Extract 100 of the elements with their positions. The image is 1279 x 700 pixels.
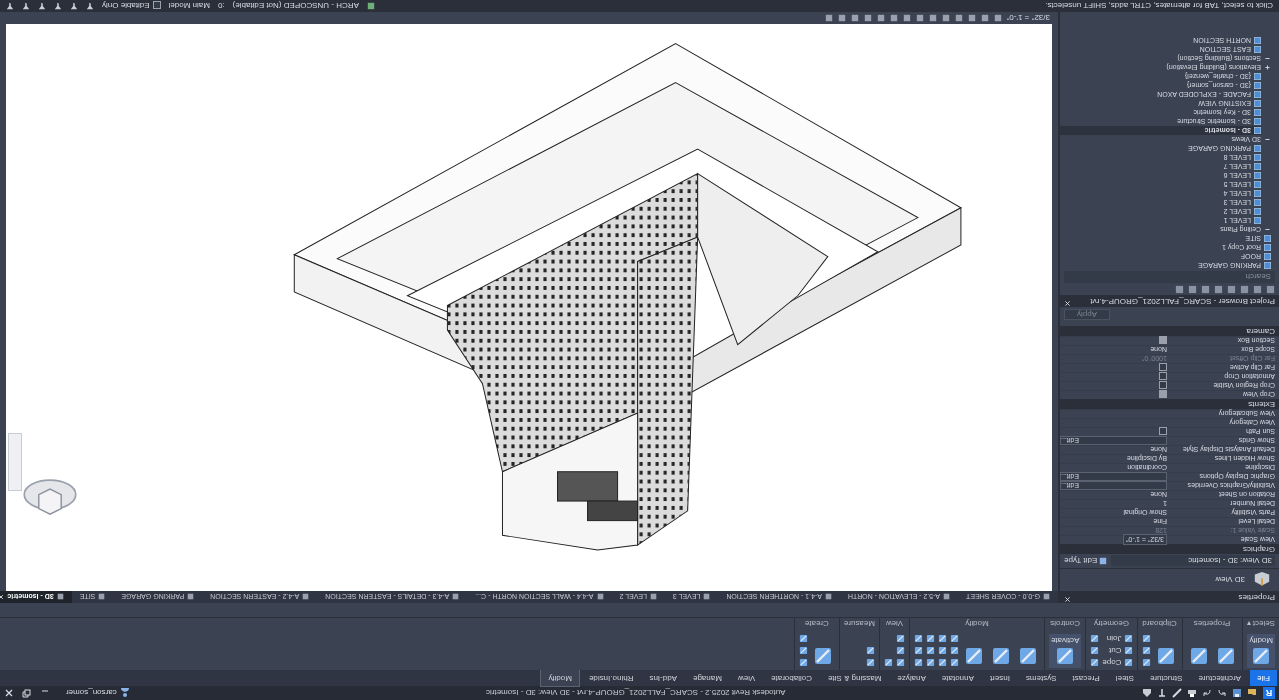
ribbon-tab[interactable]: Add-Ins — [642, 670, 684, 686]
sheet-icon — [98, 593, 106, 601]
tool-icon — [1141, 646, 1151, 655]
close-icon[interactable] — [4, 688, 14, 698]
tool-button[interactable]: Modify — [1247, 634, 1275, 668]
ribbon-tab[interactable]: Architecture — [1191, 670, 1249, 686]
tool-icon — [895, 634, 905, 643]
tool-button[interactable] — [1090, 657, 1100, 668]
expand-icon[interactable] — [1264, 64, 1271, 71]
design-option-label[interactable]: Main Model — [168, 1, 210, 11]
edit-icon — [1099, 557, 1108, 565]
tool-icon — [925, 658, 935, 667]
workset-label[interactable]: ARCH - UNSCOPED (Not Editable) — [232, 1, 359, 11]
text-icon[interactable] — [1157, 688, 1167, 698]
tool-button[interactable] — [1090, 645, 1100, 656]
group-header[interactable]: Graphics — [1060, 544, 1279, 554]
checkbox[interactable] — [1159, 381, 1167, 389]
checkbox[interactable] — [1159, 336, 1167, 344]
collapse-icon[interactable] — [1264, 226, 1271, 233]
sheet-icon — [452, 593, 460, 601]
tool-button[interactable] — [913, 633, 923, 644]
undo-icon[interactable] — [1217, 688, 1227, 698]
tool-button[interactable] — [937, 657, 947, 668]
ribbon-tab[interactable]: Analyze — [890, 670, 933, 686]
panel-title: Project Browser - SCARC_FALL2021_GROUP-4.rvt — [1090, 296, 1275, 307]
app-logo[interactable]: R — [1263, 687, 1275, 699]
print-icon[interactable] — [1187, 688, 1197, 698]
ruler-icon[interactable] — [1172, 688, 1182, 698]
ribbon-tab[interactable]: Collaborate — [764, 670, 820, 686]
tool-button[interactable] — [1141, 633, 1151, 644]
tool-button[interactable] — [798, 645, 808, 656]
close-icon[interactable] — [1064, 596, 1071, 603]
house-icon[interactable] — [1142, 688, 1152, 698]
checkbox[interactable] — [152, 1, 161, 10]
tool-icon — [1215, 646, 1236, 666]
checkbox[interactable] — [1159, 363, 1167, 371]
view-scale[interactable]: 3/32" = 1'-0" — [1006, 13, 1050, 23]
tool-icon — [883, 658, 893, 667]
ribbon-tab[interactable]: Precast — [1065, 670, 1107, 686]
close-icon[interactable] — [1064, 300, 1071, 307]
tool-button[interactable] — [925, 633, 935, 644]
user-name[interactable]: carson_somer — [66, 688, 117, 698]
ribbon-tab[interactable]: Manage — [686, 670, 729, 686]
group-label: Extents — [1248, 399, 1275, 409]
ribbon-tab[interactable]: Systems — [1018, 670, 1064, 686]
workset-icon[interactable] — [366, 2, 375, 10]
type-selector[interactable]: 3D View — [1060, 568, 1279, 591]
redo-icon[interactable] — [1202, 688, 1212, 698]
collapse-icon[interactable] — [1264, 136, 1271, 143]
tool-button[interactable] — [895, 633, 905, 644]
group-header[interactable]: Extents — [1060, 399, 1279, 409]
restore-icon[interactable] — [22, 688, 32, 698]
ribbon-tab[interactable]: Steel — [1108, 670, 1141, 686]
tool-button[interactable] — [949, 633, 959, 644]
tool-button[interactable] — [895, 645, 905, 656]
ribbon-tab[interactable]: Rhino.Inside — [581, 670, 641, 686]
instance-dropdown[interactable]: 3D View: 3D - Isometric — [1111, 555, 1275, 567]
tool-button[interactable] — [865, 645, 875, 656]
folder-icon[interactable] — [1247, 688, 1257, 698]
tool-button[interactable] — [949, 657, 959, 668]
tool-button[interactable] — [798, 657, 808, 668]
sheet-icon — [943, 593, 951, 601]
tool-button[interactable] — [865, 657, 875, 668]
checkbox[interactable] — [1159, 372, 1167, 380]
tool-icon — [937, 634, 947, 643]
edit-type-button[interactable]: Edit Type — [1064, 556, 1108, 566]
ribbon-tab[interactable]: View — [730, 670, 763, 686]
tool-button[interactable] — [1141, 657, 1151, 668]
tool-icon — [1188, 646, 1209, 666]
tool-button[interactable] — [937, 633, 947, 644]
tool-button[interactable]: Join — [1102, 633, 1133, 644]
ribbon-tab[interactable]: Insert — [982, 670, 1017, 686]
checkbox[interactable] — [1159, 390, 1167, 398]
save-icon[interactable] — [1232, 688, 1242, 698]
tool-button[interactable] — [798, 633, 808, 644]
ribbon-tab[interactable]: Massing & Site — [821, 670, 889, 686]
tool-button[interactable] — [913, 645, 923, 656]
tool-button[interactable] — [913, 657, 923, 668]
checkbox[interactable] — [1159, 427, 1167, 435]
tool-icon — [798, 646, 808, 655]
ribbon-tab[interactable]: Structure — [1142, 670, 1190, 686]
tool-button[interactable]: Cope — [1102, 657, 1133, 668]
ribbon-tab[interactable]: File — [1250, 670, 1277, 686]
tool-button[interactable] — [937, 645, 947, 656]
ribbon-tab[interactable]: Annotate — [934, 670, 981, 686]
tool-button[interactable] — [1090, 633, 1100, 644]
search-field[interactable]: Search — [1064, 271, 1275, 283]
panel-label: Properties — [1192, 618, 1232, 629]
tool-button[interactable] — [925, 657, 935, 668]
tool-button[interactable] — [949, 645, 959, 656]
user-icon[interactable] — [119, 688, 130, 698]
ribbon-tab[interactable]: Modify — [540, 670, 580, 687]
tool-button[interactable] — [883, 657, 893, 668]
collapse-icon[interactable] — [1264, 55, 1271, 62]
tool-button[interactable] — [925, 645, 935, 656]
tool-button[interactable] — [895, 657, 905, 668]
tool-button[interactable] — [1141, 645, 1151, 656]
tool-button[interactable]: Cut — [1102, 645, 1133, 656]
group-header[interactable]: Camera — [1060, 326, 1279, 336]
tool-button[interactable]: Activate — [1048, 634, 1082, 668]
